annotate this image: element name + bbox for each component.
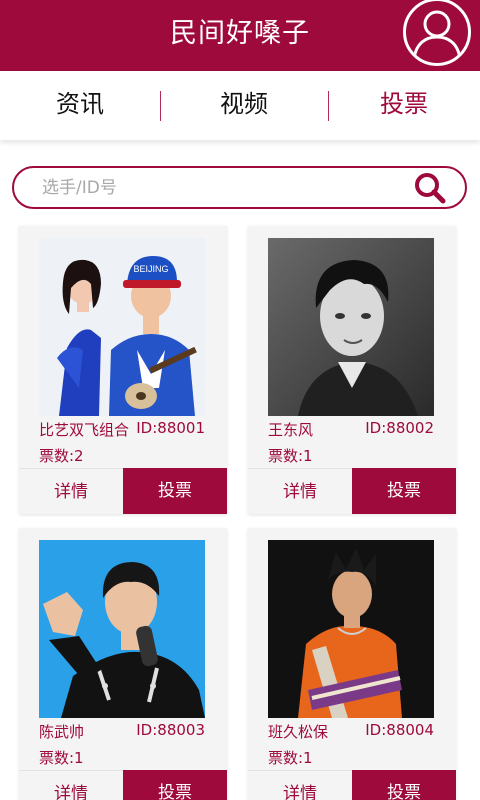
vote-count: 票数:1	[268, 447, 313, 465]
search-icon[interactable]	[412, 171, 448, 205]
vote-count: 票数:2	[39, 447, 84, 465]
contestant-id: ID:88004	[365, 721, 434, 739]
details-button[interactable]: 详情	[19, 468, 123, 514]
contestant-card: BEIJING 比艺双飞组合 ID:88001 票数:2 详情 投票	[19, 226, 227, 514]
tab-video[interactable]: 视频	[160, 71, 328, 140]
contestant-photo: BEIJING	[39, 238, 205, 416]
contestant-photo	[39, 540, 205, 718]
vote-button[interactable]: 投票	[352, 770, 456, 800]
cap-lettering: BEIJING	[133, 264, 168, 274]
app-header: 民间好嗓子	[0, 0, 480, 71]
vote-button[interactable]: 投票	[352, 468, 456, 514]
contestant-name: 比艺双飞组合	[39, 421, 130, 439]
details-button[interactable]: 详情	[19, 770, 123, 800]
contestant-name: 陈武帅	[39, 723, 85, 741]
contestant-photo	[268, 238, 434, 416]
details-button[interactable]: 详情	[248, 468, 352, 514]
vote-button[interactable]: 投票	[123, 770, 227, 800]
contestant-id: ID:88001	[136, 419, 205, 437]
user-avatar-icon[interactable]	[403, 0, 471, 66]
details-button[interactable]: 详情	[248, 770, 352, 800]
tab-news[interactable]: 资讯	[0, 71, 160, 140]
contestant-card: 王东风 ID:88002 票数:1 详情 投票	[248, 226, 456, 514]
contestant-id: ID:88002	[365, 419, 434, 437]
vote-button[interactable]: 投票	[123, 468, 227, 514]
vote-count: 票数:1	[268, 749, 313, 767]
tab-vote[interactable]: 投票	[328, 71, 480, 140]
contestant-card: 班久松保 ID:88004 票数:1 详情 投票	[248, 528, 456, 800]
contestant-name: 班久松保	[268, 723, 329, 741]
contestant-id: ID:88003	[136, 721, 205, 739]
vote-count: 票数:1	[39, 749, 84, 767]
contestant-photo	[268, 540, 434, 718]
search-bar	[12, 166, 467, 209]
tab-bar: 资讯 视频 投票	[0, 71, 480, 140]
search-input[interactable]	[42, 174, 402, 202]
contestant-name: 王东风	[268, 421, 314, 439]
contestant-card: 陈武帅 ID:88003 票数:1 详情 投票	[19, 528, 227, 800]
